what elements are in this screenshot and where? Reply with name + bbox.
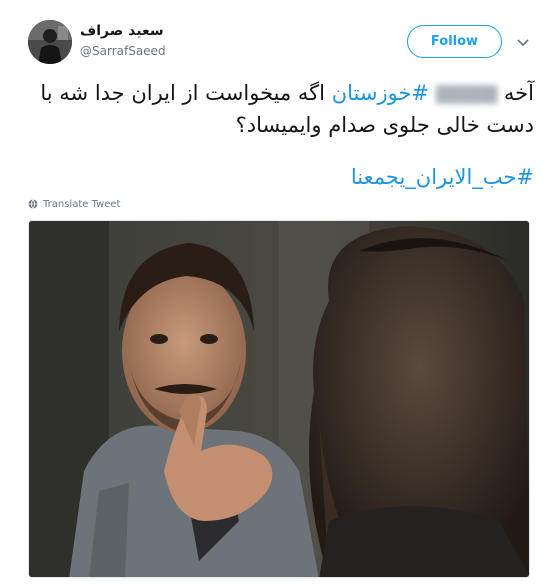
chevron-down-icon[interactable]: [516, 36, 530, 50]
avatar-image: [28, 20, 72, 64]
blurred-text: ▓▓▓▓▓: [435, 85, 498, 104]
avatar[interactable]: [28, 20, 72, 64]
translate-label: Translate Tweet: [43, 198, 121, 210]
follow-button[interactable]: Follow: [407, 25, 502, 58]
tweet-media-image[interactable]: [28, 220, 530, 578]
globe-icon: [28, 199, 38, 209]
tweet-text-start: آخه: [503, 81, 534, 105]
hashtag-love-iran[interactable]: #حب_الایران_یجمعنا: [22, 162, 534, 193]
display-name[interactable]: سعید صراف: [80, 23, 164, 39]
film-still-image: [29, 221, 529, 577]
translate-tweet-link[interactable]: Translate Tweet: [28, 197, 120, 211]
hashtag-khuzestan[interactable]: #خوزستان: [332, 81, 429, 105]
user-handle[interactable]: @SarrafSaeed: [80, 44, 166, 58]
tweet-text: آخه ▓▓▓▓▓ #خوزستان اگه میخواست از ایران …: [22, 78, 534, 141]
